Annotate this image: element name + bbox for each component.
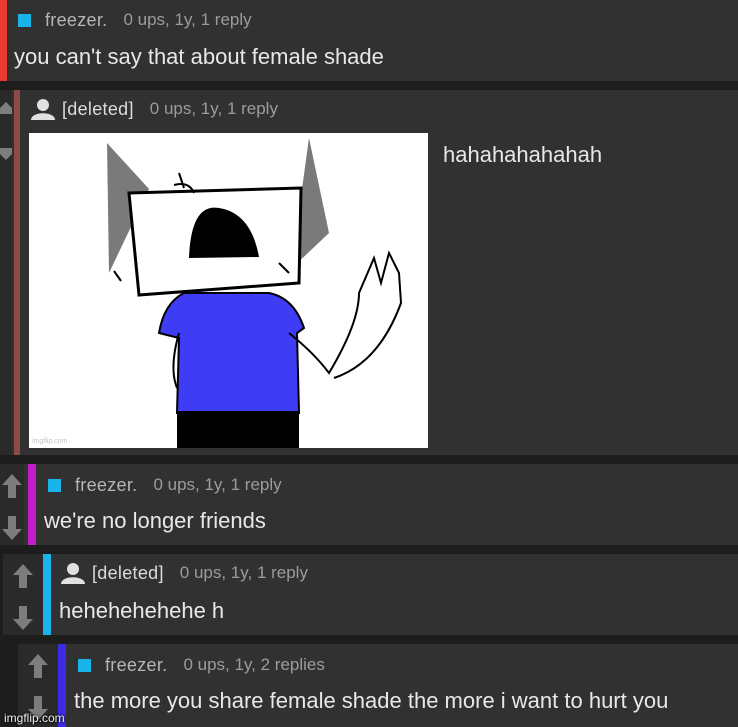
downvote-button[interactable] bbox=[0, 509, 24, 547]
arrow-down-icon bbox=[0, 148, 12, 160]
comment-image[interactable]: imgflip.com bbox=[29, 133, 428, 448]
username-link[interactable]: [deleted] bbox=[62, 99, 134, 120]
thread-color-bar bbox=[43, 554, 51, 635]
vote-column bbox=[0, 90, 12, 455]
username-link[interactable]: freezer. bbox=[75, 475, 137, 496]
comment-text: you can't say that about female shade bbox=[14, 44, 384, 69]
comment-meta: 0 ups, 1y, 1 reply bbox=[123, 10, 252, 29]
username-link[interactable]: [deleted] bbox=[92, 563, 164, 584]
thread-color-bar bbox=[14, 90, 20, 455]
comment-meta: 0 ups, 1y, 1 reply bbox=[153, 475, 282, 494]
comment: [deleted] 0 ups, 1y, 1 reply heheheheheh… bbox=[3, 554, 738, 635]
comment-text: we're no longer friends bbox=[44, 508, 266, 533]
comment-text: hehehehehehe h bbox=[59, 598, 225, 623]
thread-color-bar bbox=[0, 0, 7, 81]
mod-square-icon bbox=[48, 478, 61, 492]
comment-text: hahahahahahah bbox=[443, 142, 603, 167]
vote-column bbox=[0, 464, 24, 545]
mod-square-icon bbox=[18, 13, 31, 27]
comment-meta: 0 ups, 1y, 1 reply bbox=[149, 99, 278, 118]
site-watermark: imgflip.com bbox=[4, 711, 65, 725]
arrow-up-icon bbox=[0, 102, 12, 114]
comment: freezer. 0 ups, 1y, 2 replies the more y… bbox=[18, 644, 738, 727]
downvote-button[interactable] bbox=[0, 135, 12, 173]
comment: freezer. 0 ups, 1y, 1 reply you can't sa… bbox=[0, 0, 738, 81]
upvote-button[interactable] bbox=[18, 647, 58, 685]
cat-drawing-image bbox=[107, 138, 403, 448]
image-watermark: imgflip.com bbox=[32, 438, 68, 445]
downvote-button[interactable] bbox=[3, 599, 43, 637]
upvote-button[interactable] bbox=[0, 93, 12, 131]
arrow-down-icon bbox=[2, 516, 22, 540]
arrow-up-icon bbox=[13, 564, 33, 588]
arrow-up-icon bbox=[2, 474, 22, 498]
arrow-up-icon bbox=[28, 654, 48, 678]
deleted-user-avatar-icon bbox=[61, 563, 85, 584]
comment-text: the more you share female shade the more… bbox=[74, 688, 669, 713]
deleted-user-avatar-icon bbox=[31, 99, 55, 120]
comment: [deleted] 0 ups, 1y, 1 reply imgflip.com… bbox=[0, 90, 738, 455]
comment-meta: 0 ups, 1y, 1 reply bbox=[179, 563, 308, 582]
comment-meta: 0 ups, 1y, 2 replies bbox=[183, 655, 325, 674]
username-link[interactable]: freezer. bbox=[45, 10, 107, 31]
mod-square-icon bbox=[78, 658, 91, 672]
vote-column bbox=[3, 554, 43, 635]
arrow-down-icon bbox=[13, 606, 33, 630]
thread-color-bar bbox=[28, 464, 36, 545]
upvote-button[interactable] bbox=[0, 467, 24, 505]
username-link[interactable]: freezer. bbox=[105, 655, 167, 676]
comment: freezer. 0 ups, 1y, 1 reply we're no lon… bbox=[0, 464, 738, 545]
upvote-button[interactable] bbox=[3, 557, 43, 595]
